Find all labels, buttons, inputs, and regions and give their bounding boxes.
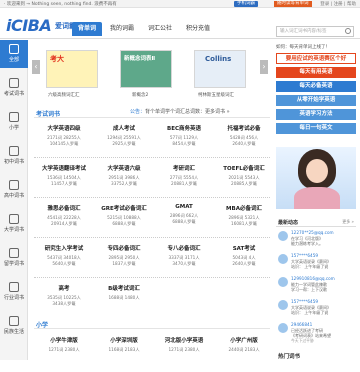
- sidebar-item-life[interactable]: 民族生活: [0, 312, 28, 340]
- grid-icon: [9, 44, 19, 54]
- book-card[interactable]: 考研词汇 277词 5554人 20881人罗篭: [154, 160, 214, 200]
- promo-pill-6[interactable]: 每日一句英文: [276, 123, 356, 134]
- book-card[interactable]: GMAT 2896词 662人 6888人罗篭: [154, 200, 214, 240]
- search-placeholder: 输入词汇词书内容/标签: [280, 29, 327, 34]
- row-divider: [34, 157, 270, 158]
- heart-icon: [9, 316, 19, 326]
- topbar-greeting: · 欢迎来到 → Nothing seen, nothing find. 浪费不…: [4, 2, 117, 7]
- child-icon: [9, 112, 19, 122]
- learn-title: 如何：每天背单词上线了！: [276, 45, 330, 50]
- promo-pill-5[interactable]: 英语学习方法: [276, 109, 356, 120]
- featured-book-2-caption: 新概念2: [132, 93, 149, 98]
- promo-pill-1[interactable]: 要用应试的英语赛区个好: [276, 53, 356, 64]
- book-card[interactable]: MBA必备词汇 2896词 5321人 16081人罗篭: [214, 200, 274, 240]
- ad-figure-face: [306, 159, 328, 183]
- row-divider: [34, 197, 270, 198]
- avatar[interactable]: [278, 277, 288, 287]
- latest-activity-header: 最新动态 更多 »: [276, 218, 356, 227]
- book-card[interactable]: 研究生入学考试 5437词 34018人 5640人罗篭: [34, 240, 94, 280]
- briefcase-icon: [9, 282, 19, 292]
- sidebar-item-college[interactable]: 大学词书: [0, 210, 28, 238]
- section-divider: [34, 328, 270, 329]
- feed-item: 29466841 已经活跃进了考研 《考研词表》站来希望 今天下过平胁: [276, 321, 356, 349]
- carousel-next-icon[interactable]: ›: [260, 60, 268, 74]
- notice-bar: 公告：背个单词学个词汇总词数：更多词书 »: [130, 108, 230, 115]
- book-card[interactable]: 专八必备词汇 3337词 3171人 3470人罗篭: [154, 240, 214, 280]
- nav-item-recite[interactable]: 背单词: [72, 22, 103, 36]
- book-card[interactable]: 大学英语六级 2951词 3986人 33752人罗篭: [94, 160, 154, 200]
- book-card[interactable]: GRE考试必备词汇 5215词 10888人 6888人罗篭: [94, 200, 154, 240]
- feed-item: 129910816@qq.com 能力一学词管此辣歌 学习一帮：上下汉歌: [276, 275, 356, 297]
- plane-icon: [9, 248, 19, 258]
- school-icon: [9, 146, 19, 156]
- featured-books-carousel: ‹ 考大 六级高频词汇汇 新概念词表Ⅱ 新概念2 Collins 柯林斯五星级词…: [32, 44, 270, 102]
- nav-item-vocab-club[interactable]: 词汇公社: [142, 22, 178, 36]
- feed-item: 157****6459 大学英语说录《赛间》 站识： 上午年级了说: [276, 298, 356, 320]
- advertisement-image[interactable]: [276, 147, 356, 209]
- row-divider: [34, 277, 270, 278]
- topbar-user-links[interactable]: 登录 | 注册 | 帮助: [320, 1, 356, 7]
- category-sidebar: 全部 考试词书 小学 初中词书 高中词书 大学词书 留学词书 行业词书 民族生活: [0, 40, 28, 360]
- building-icon: [9, 180, 19, 190]
- graduation-icon: [9, 214, 19, 224]
- featured-book-3[interactable]: Collins: [194, 50, 246, 88]
- book-card[interactable]: B级考试词汇 1688词 1480人: [94, 280, 154, 320]
- nav-item-points[interactable]: 积分充值: [180, 22, 216, 36]
- feed-item: 12270**25@qq.com 在学习《河北版》 能力潜练考学入。: [276, 229, 356, 251]
- promo-pill-2[interactable]: 每天有用英语: [276, 67, 356, 78]
- book-card[interactable]: 大学英语四级 2171词 28255人 104145人罗篭: [34, 120, 94, 160]
- avatar[interactable]: [278, 300, 288, 310]
- hot-books-title: 热门词书: [278, 354, 301, 360]
- book-card[interactable]: 大学英语翻译考试 1536词 14504人 11457人罗篭: [34, 160, 94, 200]
- sidebar-item-exam[interactable]: 考试词书: [0, 74, 28, 102]
- sidebar-item-senior[interactable]: 高中词书: [0, 176, 28, 204]
- featured-book-1-caption: 六级高频词汇汇: [48, 93, 80, 98]
- featured-book-1[interactable]: 考大: [46, 50, 98, 88]
- promo-pill-3[interactable]: 每天必备英语: [276, 81, 356, 92]
- sidebar-item-industry[interactable]: 行业词书: [0, 278, 28, 306]
- featured-book-3-caption: 柯林斯五星级词汇: [198, 93, 234, 98]
- book-card[interactable]: 河北版小学英语 1271词 2380人: [154, 332, 214, 372]
- row-divider: [34, 237, 270, 238]
- book-card[interactable]: 专四必备词汇 2895词 2950人 1837人罗篭: [94, 240, 154, 280]
- ad-figure-body: [294, 187, 340, 209]
- book-card[interactable]: SAT考试 5043词 4人 2640人罗篭: [214, 240, 274, 280]
- random-listen-link[interactable]: 随时读等背单词: [274, 1, 312, 7]
- book-card[interactable]: BEC商务英语 577词 1129人 8454人罗篭: [154, 120, 214, 160]
- search-input[interactable]: 输入词汇词书内容/标签: [276, 26, 354, 37]
- book-card[interactable]: 小学牛津版 1271词 2380人: [34, 332, 94, 372]
- book-card[interactable]: TOEFL必备词汇 2021词 5543人 20885人罗篭: [214, 160, 274, 200]
- book-card[interactable]: 小学广州版 2440词 2183人: [214, 332, 274, 372]
- book-card[interactable]: 小学深圳版 1168词 2183人: [94, 332, 154, 372]
- mobile-dict-link[interactable]: 手机词霸: [234, 1, 258, 7]
- notice-text[interactable]: 背个单词学个词汇总词数：更多词书 »: [145, 109, 230, 115]
- sidebar-item-primary[interactable]: 小学: [0, 108, 28, 136]
- nav-item-my-dict[interactable]: 我的词霸: [104, 22, 140, 36]
- feed-item: 157****6459 大学英语说录《赛间》 站识： 上午年级了说: [276, 252, 356, 274]
- avatar[interactable]: [278, 323, 288, 333]
- notice-prefix: 公告：: [130, 109, 146, 115]
- latest-more-link[interactable]: 更多 »: [342, 219, 354, 225]
- search-icon[interactable]: [345, 28, 351, 34]
- avatar[interactable]: [278, 231, 288, 241]
- promo-pill-4[interactable]: 从零开始学英语: [276, 95, 356, 106]
- carousel-prev-icon[interactable]: ‹: [32, 60, 40, 74]
- book-card[interactable]: 雅思必备词汇 4541词 22228人 20914人罗篭: [34, 200, 94, 240]
- sidebar-item-junior[interactable]: 初中词书: [0, 142, 28, 170]
- sidebar-item-abroad[interactable]: 留学词书: [0, 244, 28, 272]
- book-icon: [9, 78, 19, 88]
- site-logo[interactable]: iCIBA: [6, 16, 52, 35]
- book-card[interactable]: 托福考试必备 5428词 456人 2640人罗篭: [214, 120, 274, 160]
- main-nav: 背单词 我的词霸 词汇公社 积分充值: [72, 22, 218, 36]
- sidebar-item-all[interactable]: 全部: [0, 40, 28, 68]
- top-bar: · 欢迎来到 → Nothing seen, nothing find. 浪费不…: [0, 0, 360, 8]
- featured-book-2[interactable]: 新概念词表Ⅱ: [120, 50, 172, 88]
- book-card[interactable]: 成人考试 1294词 25591人 2925人罗篭: [94, 120, 154, 160]
- latest-title: 最新动态: [278, 220, 299, 226]
- site-header: iCIBA 爱词霸 背单词 我的词霸 词汇公社 积分充值 输入词汇词书内容/标签: [0, 9, 360, 39]
- section-divider: [34, 117, 270, 118]
- book-card[interactable]: 高考 3535词 10225人 3438人罗篭: [34, 280, 94, 320]
- avatar[interactable]: [278, 254, 288, 264]
